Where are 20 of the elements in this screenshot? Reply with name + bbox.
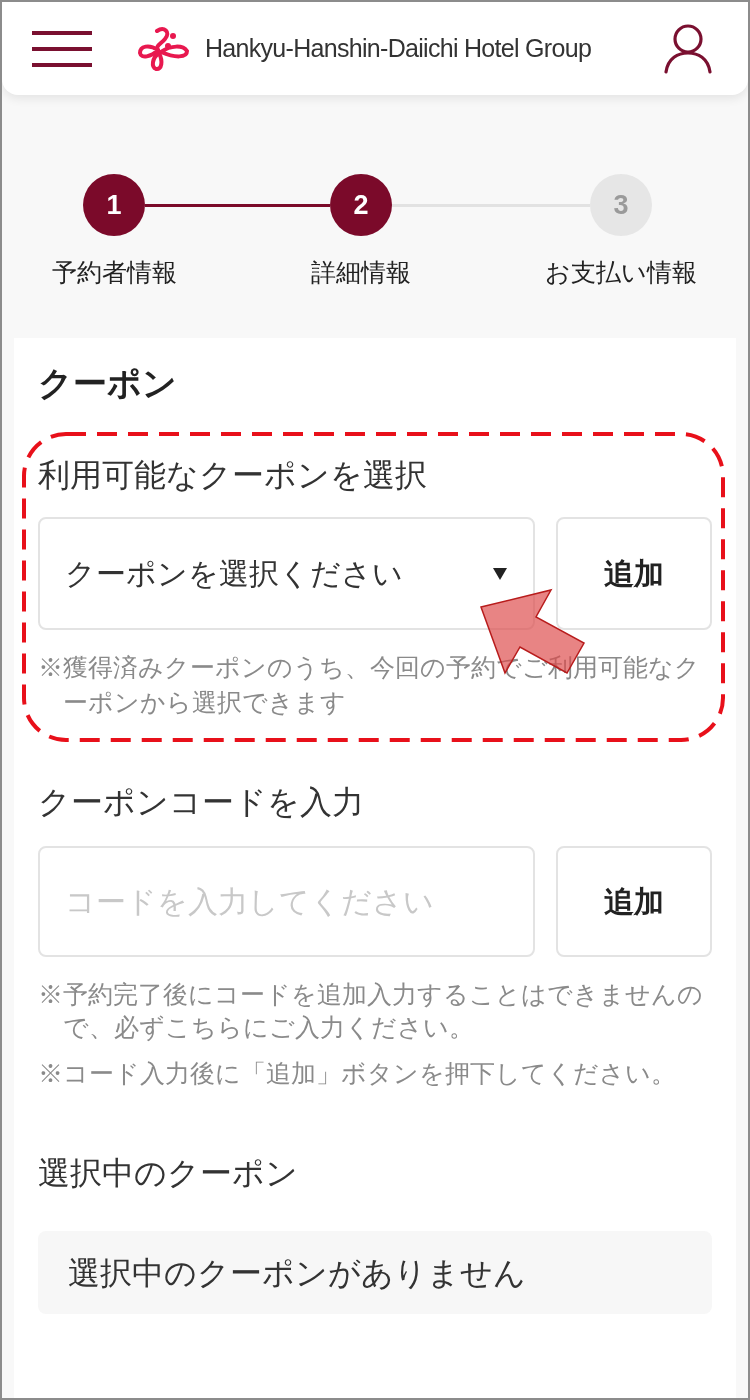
menu-button[interactable] bbox=[32, 30, 92, 67]
flower-logo-icon bbox=[137, 25, 191, 72]
menu-icon bbox=[32, 30, 92, 67]
empty-coupon-message: 選択中のクーポンがありません bbox=[68, 1253, 526, 1293]
help-note: ※コード入力後に「追加」ボタンを押下してください。 bbox=[38, 1058, 677, 1089]
help-note: ※予約完了後にコードを追加入力することはできませんので、必ずこちらにご入力ください。 bbox=[38, 979, 704, 1043]
add-button[interactable]: 追加 bbox=[556, 846, 712, 957]
profile-button[interactable] bbox=[664, 23, 712, 74]
field-label: クーポンコードを入力 bbox=[38, 783, 365, 822]
coupon-select[interactable]: クーポンを選択ください bbox=[38, 517, 535, 630]
step-label: お支払い情報 bbox=[545, 257, 697, 288]
step-label: 詳細情報 bbox=[311, 257, 411, 288]
field-label: 選択中のクーポン bbox=[38, 1154, 299, 1193]
caret-down-icon bbox=[493, 567, 507, 580]
brand-name: Hankyu-Hanshin-Daiichi Hotel Group bbox=[205, 32, 592, 64]
section-title: クーポン bbox=[38, 363, 178, 403]
user-icon bbox=[664, 23, 712, 74]
add-button[interactable]: 追加 bbox=[556, 517, 712, 630]
step-label: 予約者情報 bbox=[51, 257, 177, 288]
field-label: 利用可能なクーポンを選択 bbox=[38, 456, 428, 495]
